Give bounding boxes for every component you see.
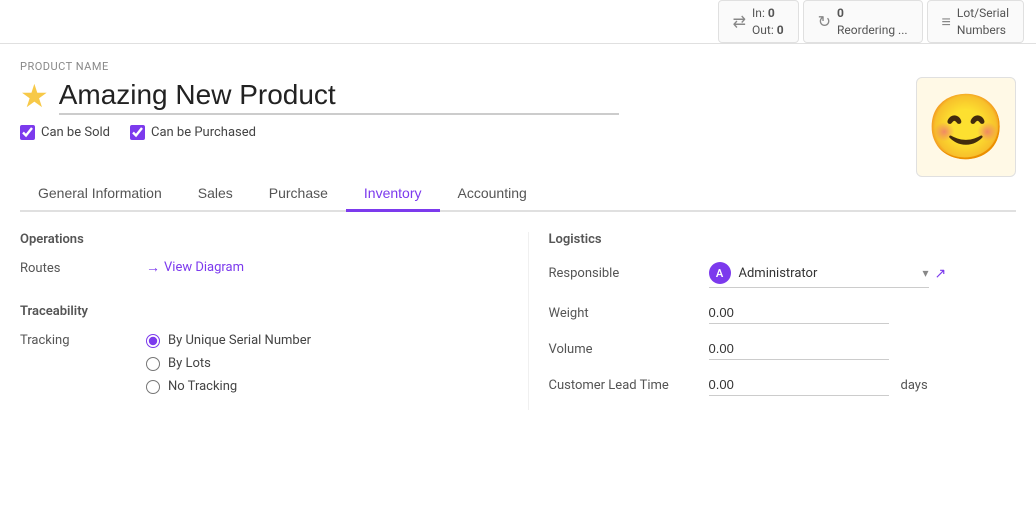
tracking-none-input[interactable] (146, 380, 160, 394)
weight-input[interactable] (709, 302, 889, 324)
lead-time-unit: days (901, 378, 928, 393)
logistics-title: Logistics (549, 232, 1017, 247)
tracking-none-option[interactable]: No Tracking (146, 379, 311, 394)
tab-sales[interactable]: Sales (180, 177, 251, 212)
product-name-label: Product Name (20, 60, 1016, 73)
favorite-star-icon[interactable]: ★ (20, 80, 49, 112)
operations-section: Operations Routes → View Diagram Traceab… (20, 232, 528, 410)
can-be-sold-checkbox[interactable]: Can be Sold (20, 125, 110, 140)
tracking-serial-input[interactable] (146, 334, 160, 348)
top-bar: ⇄ In: 0 Out: 0 ↻ 0 Reordering ... ≡ Lot/… (0, 0, 1036, 44)
weight-row: Weight (549, 302, 1017, 324)
volume-value (709, 338, 1017, 360)
can-be-purchased-checkbox[interactable]: Can be Purchased (130, 125, 256, 140)
in-out-button[interactable]: ⇄ In: 0 Out: 0 (718, 0, 799, 43)
product-name-input[interactable] (59, 77, 619, 115)
volume-input[interactable] (709, 338, 889, 360)
lot-icon: ≡ (942, 12, 951, 32)
traceability-section: Traceability Tracking By Unique Serial N… (20, 304, 488, 394)
transfer-icon: ⇄ (733, 12, 746, 31)
tracking-field-row: Tracking By Unique Serial Number By Lots (20, 331, 488, 394)
tracking-label: Tracking (20, 331, 130, 348)
dropdown-chevron-icon: ▾ (922, 266, 928, 280)
weight-label: Weight (549, 306, 709, 321)
can-be-sold-input[interactable] (20, 125, 35, 140)
responsible-row: Responsible A Administrator ▾ ↗ (549, 259, 1017, 288)
volume-row: Volume (549, 338, 1017, 360)
product-header: ★ Can be Sold Can be Purchased 😊 (20, 77, 1016, 177)
reorder-icon: ↻ (818, 12, 831, 31)
tab-general-information[interactable]: General Information (20, 177, 180, 212)
tab-purchase[interactable]: Purchase (251, 177, 346, 212)
responsible-avatar: A (709, 262, 731, 284)
product-image[interactable]: 😊 (916, 77, 1016, 177)
operations-title: Operations (20, 232, 488, 247)
external-link-icon[interactable]: ↗ (935, 266, 947, 282)
tracking-serial-option[interactable]: By Unique Serial Number (146, 333, 311, 348)
responsible-name: Administrator (739, 266, 915, 281)
checkbox-row: Can be Sold Can be Purchased (20, 125, 619, 140)
lead-time-row: Customer Lead Time days (549, 374, 1017, 396)
tab-inventory[interactable]: Inventory (346, 177, 440, 212)
reordering-button[interactable]: ↻ 0 Reordering ... (803, 0, 923, 43)
in-out-info: In: 0 Out: 0 (752, 5, 784, 39)
main-content: Product Name ★ Can be Sold Can be Purcha… (0, 44, 1036, 426)
tracking-lots-option[interactable]: By Lots (146, 356, 311, 371)
lead-time-input[interactable] (709, 374, 889, 396)
lot-serial-button[interactable]: ≡ Lot/Serial Numbers (927, 0, 1024, 43)
lead-time-value: days (709, 374, 1017, 396)
view-diagram-link[interactable]: → View Diagram (146, 259, 244, 276)
tab-accounting[interactable]: Accounting (440, 177, 545, 212)
routes-label: Routes (20, 259, 130, 276)
traceability-title: Traceability (20, 304, 488, 319)
lot-serial-info: Lot/Serial Numbers (957, 5, 1009, 39)
routes-value: → View Diagram (146, 259, 488, 276)
responsible-select[interactable]: A Administrator ▾ (709, 259, 929, 288)
volume-label: Volume (549, 342, 709, 357)
routes-row: Routes → View Diagram (20, 259, 488, 276)
product-left: ★ Can be Sold Can be Purchased (20, 77, 619, 156)
responsible-label: Responsible (549, 266, 709, 281)
product-name-row: ★ (20, 77, 619, 115)
tab-content: Operations Routes → View Diagram Traceab… (20, 232, 1016, 410)
responsible-value: A Administrator ▾ ↗ (709, 259, 1017, 288)
tracking-lots-input[interactable] (146, 357, 160, 371)
arrow-right-icon: → (146, 259, 160, 276)
can-be-purchased-input[interactable] (130, 125, 145, 140)
weight-value (709, 302, 1017, 324)
responsible-icons: ▾ (922, 266, 928, 280)
tabs-bar: General Information Sales Purchase Inven… (20, 177, 1016, 212)
logistics-section: Logistics Responsible A Administrator ▾ … (528, 232, 1017, 410)
lead-time-label: Customer Lead Time (549, 378, 709, 393)
reordering-info: 0 Reordering ... (837, 5, 908, 39)
tracking-radio-group: By Unique Serial Number By Lots No Track… (146, 333, 311, 394)
